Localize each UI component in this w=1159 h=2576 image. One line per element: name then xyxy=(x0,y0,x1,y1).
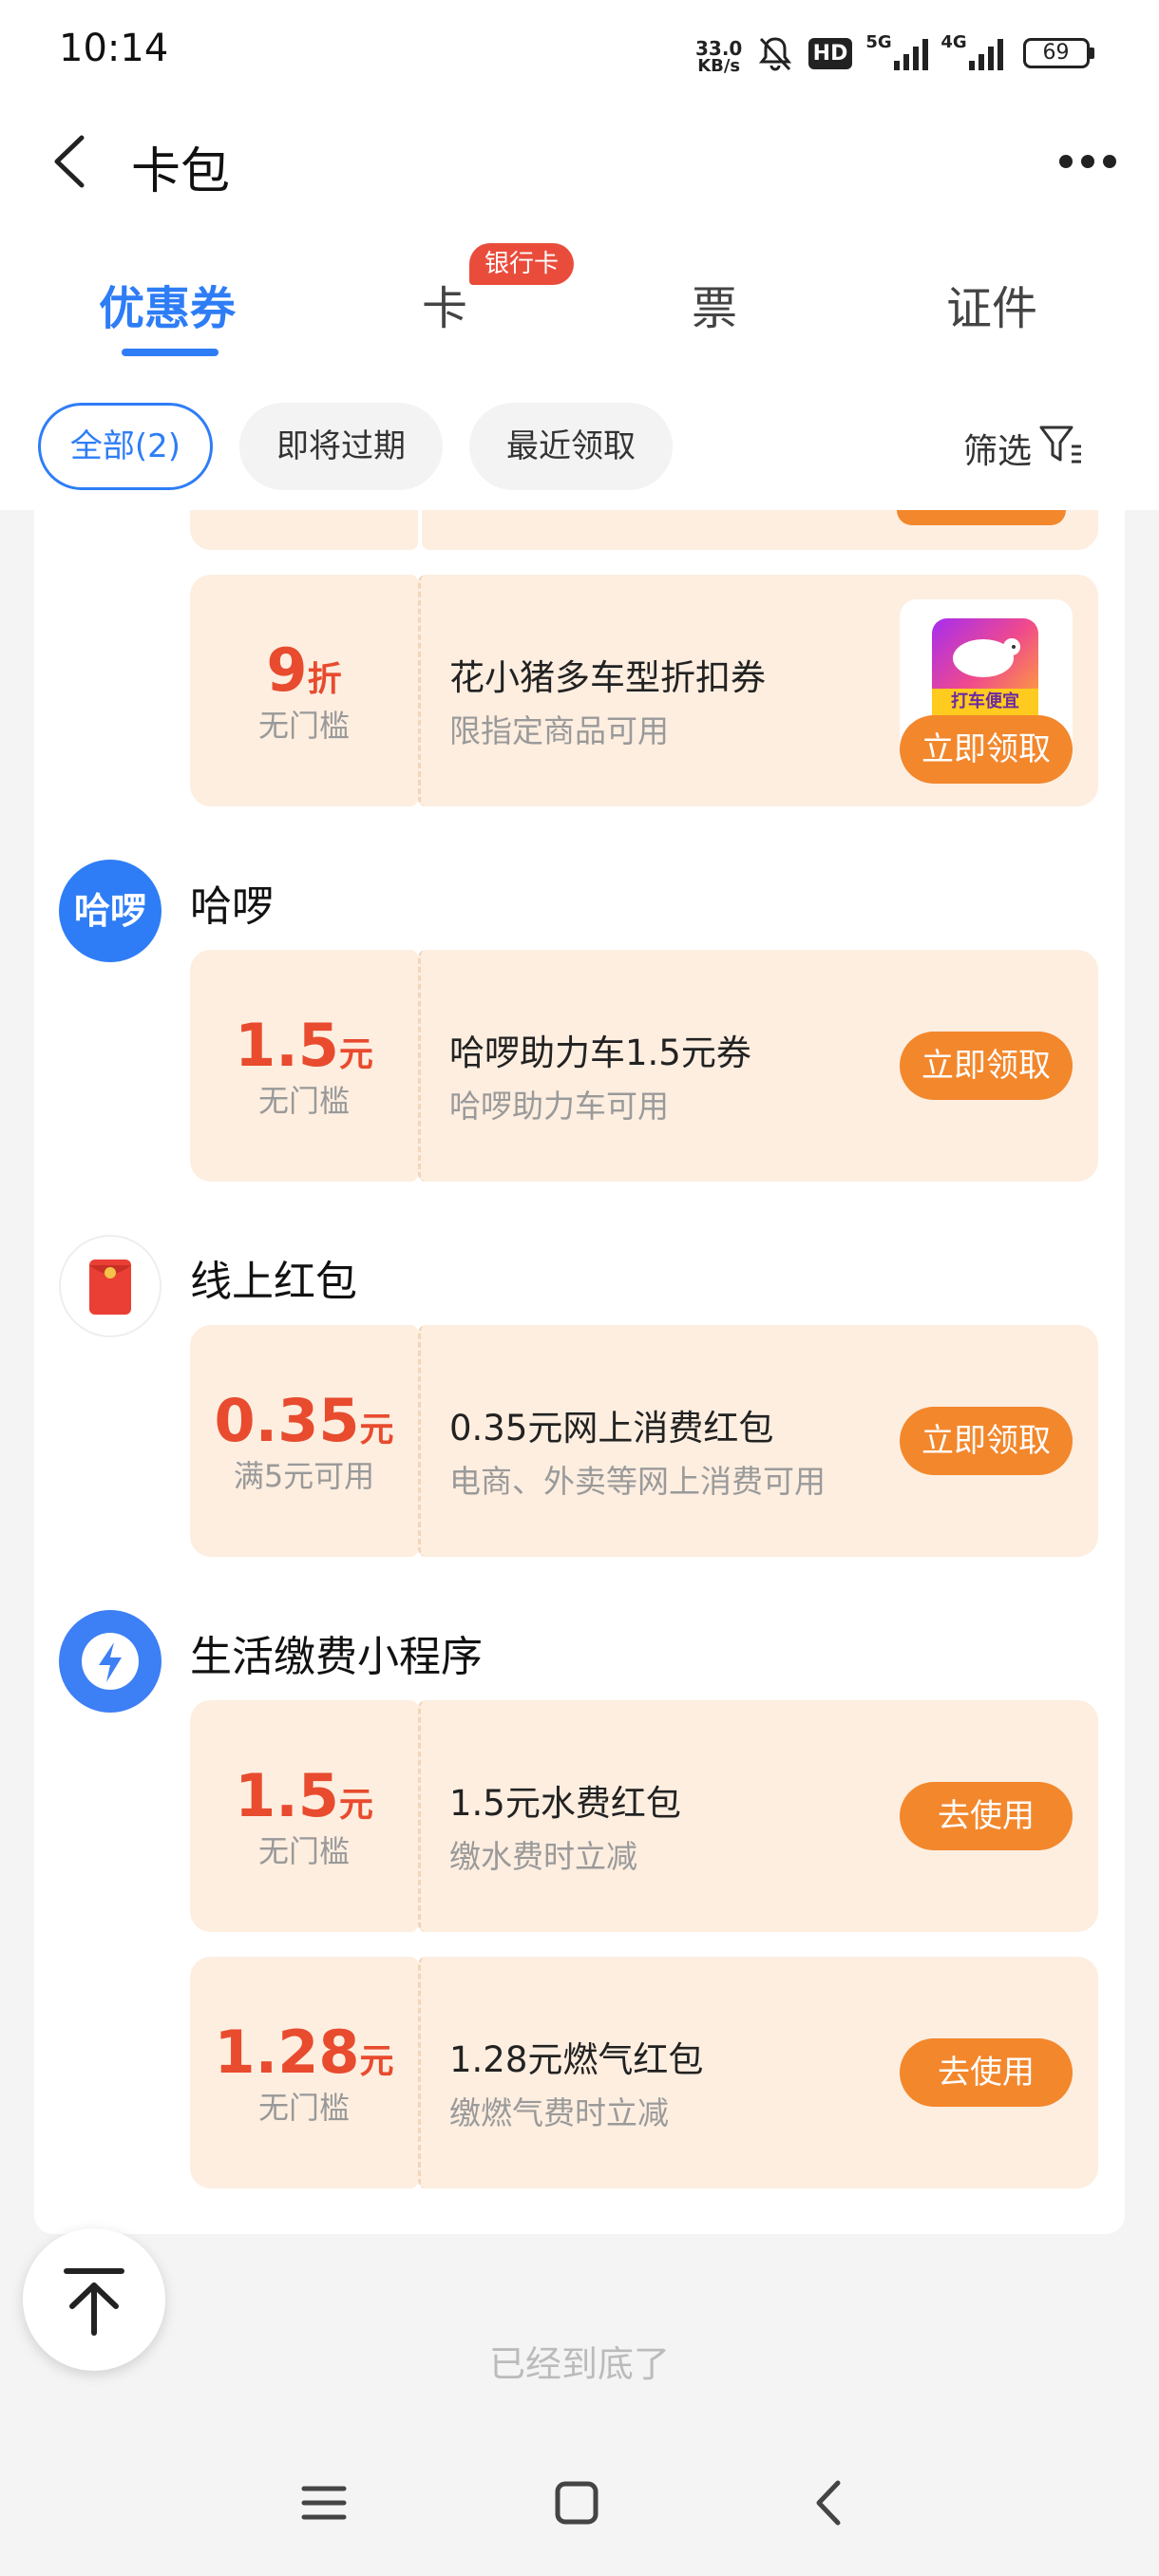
red-envelope-icon xyxy=(59,1235,162,1337)
coupon-info-panel: 哈啰助力车1.5元券 哈啰助力车可用 立即领取 xyxy=(418,950,1098,1182)
network-speed-value: 33.0 xyxy=(695,37,743,60)
coupon-title: 哈啰助力车1.5元券 xyxy=(449,1032,751,1073)
coupon-value-panel: 1.5元 无门槛 xyxy=(190,1700,418,1932)
use-button[interactable]: 去使用 xyxy=(900,1782,1073,1850)
back-icon[interactable] xyxy=(796,2470,863,2536)
battery-icon: 69 xyxy=(1020,32,1096,74)
end-of-list-text: 已经到底了 xyxy=(488,2343,670,2385)
merchant-name: 哈啰 xyxy=(190,882,274,931)
coupon-left-partial xyxy=(190,510,418,550)
use-button[interactable]: 去使用 xyxy=(900,2038,1073,2107)
funnel-icon[interactable] xyxy=(1037,422,1085,469)
coupon-condition: 满5元可用 xyxy=(233,1458,375,1494)
coupon-condition: 无门槛 xyxy=(257,1083,350,1119)
filter-chip-expiring[interactable]: 即将过期 xyxy=(239,403,443,490)
hd-label: HD xyxy=(808,37,853,69)
more-dots-icon[interactable] xyxy=(1054,142,1121,180)
coupon-info-panel: 1.5元水费红包 缴水费时立减 去使用 xyxy=(418,1700,1098,1932)
coupon-button-partial[interactable] xyxy=(897,510,1066,525)
coupon-title: 花小猪多车型折扣券 xyxy=(449,657,766,698)
merchant-name: 线上红包 xyxy=(190,1258,357,1306)
tab-documents[interactable]: 证件 xyxy=(946,271,1037,337)
pig-app-icon: 打车便宜 xyxy=(932,618,1038,717)
network-speed: 33.0 KB/s xyxy=(695,36,742,78)
coupon-condition: 无门槛 xyxy=(257,2090,350,2126)
coupon-value: 9折 xyxy=(266,635,342,705)
claim-button[interactable]: 立即领取 xyxy=(900,1032,1073,1100)
coupon-subtitle: 限指定商品可用 xyxy=(449,712,669,749)
coupon-info-panel: 0.35元网上消费红包 电商、外卖等网上消费可用 立即领取 xyxy=(418,1325,1098,1557)
tab-tickets[interactable]: 票 xyxy=(692,271,737,337)
coupon-value-panel: 9折 无门槛 xyxy=(190,575,418,806)
menu-icon[interactable] xyxy=(291,2470,357,2536)
home-icon[interactable] xyxy=(543,2470,610,2536)
lightning-icon xyxy=(59,1610,162,1713)
coupon-value: 0.35元 xyxy=(214,1386,394,1455)
coupon-value-panel: 1.28元 无门槛 xyxy=(190,1957,418,2188)
hd-icon: HD xyxy=(806,32,855,74)
coupon-value-panel: 0.35元 满5元可用 xyxy=(190,1325,418,1557)
coupon-subtitle: 电商、外卖等网上消费可用 xyxy=(449,1463,826,1500)
coupon-condition: 无门槛 xyxy=(257,1833,350,1869)
coupon-value-panel: 1.5元 无门槛 xyxy=(190,950,418,1182)
page-title: 卡包 xyxy=(131,143,231,200)
filter-button[interactable]: 筛选 xyxy=(963,424,1032,473)
filter-chip-recent[interactable]: 最近领取 xyxy=(469,403,673,490)
claim-button[interactable]: 立即领取 xyxy=(900,715,1073,784)
back-arrow-icon[interactable] xyxy=(38,128,104,195)
hello-logo: 哈啰 xyxy=(59,860,162,962)
coupon-value: 1.5元 xyxy=(235,1761,373,1830)
coupon-title: 1.5元水费红包 xyxy=(449,1783,681,1824)
claim-button[interactable]: 立即领取 xyxy=(900,1407,1073,1475)
tab-cards[interactable]: 卡 xyxy=(422,271,467,337)
signal-5g-icon: 5G xyxy=(864,32,935,74)
active-tab-indicator xyxy=(122,349,218,356)
signal-4g-label: 4G xyxy=(940,32,967,52)
coupon-title: 0.35元网上消费红包 xyxy=(449,1408,774,1449)
bell-off-icon xyxy=(754,32,796,74)
merchant-name: 生活缴费小程序 xyxy=(190,1633,483,1681)
signal-4g-icon: 4G xyxy=(940,32,1009,74)
coupon-value: 1.28元 xyxy=(214,2017,394,2087)
coupon-subtitle: 缴燃气费时立减 xyxy=(449,2094,669,2131)
network-speed-unit: KB/s xyxy=(697,56,741,76)
filter-chip-all[interactable]: 全部(2) xyxy=(38,403,213,490)
coupon-title: 1.28元燃气红包 xyxy=(449,2039,704,2080)
signal-5g-label: 5G xyxy=(865,32,892,52)
coupon-condition: 无门槛 xyxy=(257,708,350,744)
tab-coupons[interactable]: 优惠券 xyxy=(99,271,236,337)
status-time: 10:14 xyxy=(59,27,169,70)
thumbnail-caption: 打车便宜 xyxy=(932,689,1038,715)
coupon-info-panel: 1.28元燃气红包 缴燃气费时立减 去使用 xyxy=(418,1957,1098,2188)
bank-card-badge: 银行卡 xyxy=(469,243,575,285)
coupon-subtitle: 缴水费时立减 xyxy=(449,1838,637,1875)
coupon-value: 1.5元 xyxy=(235,1011,373,1080)
coupon-subtitle: 哈啰助力车可用 xyxy=(449,1088,669,1125)
battery-level: 69 xyxy=(1022,38,1090,68)
coupon-info-panel: 花小猪多车型折扣券 限指定商品可用 打车便宜 立即领取 xyxy=(418,575,1098,806)
